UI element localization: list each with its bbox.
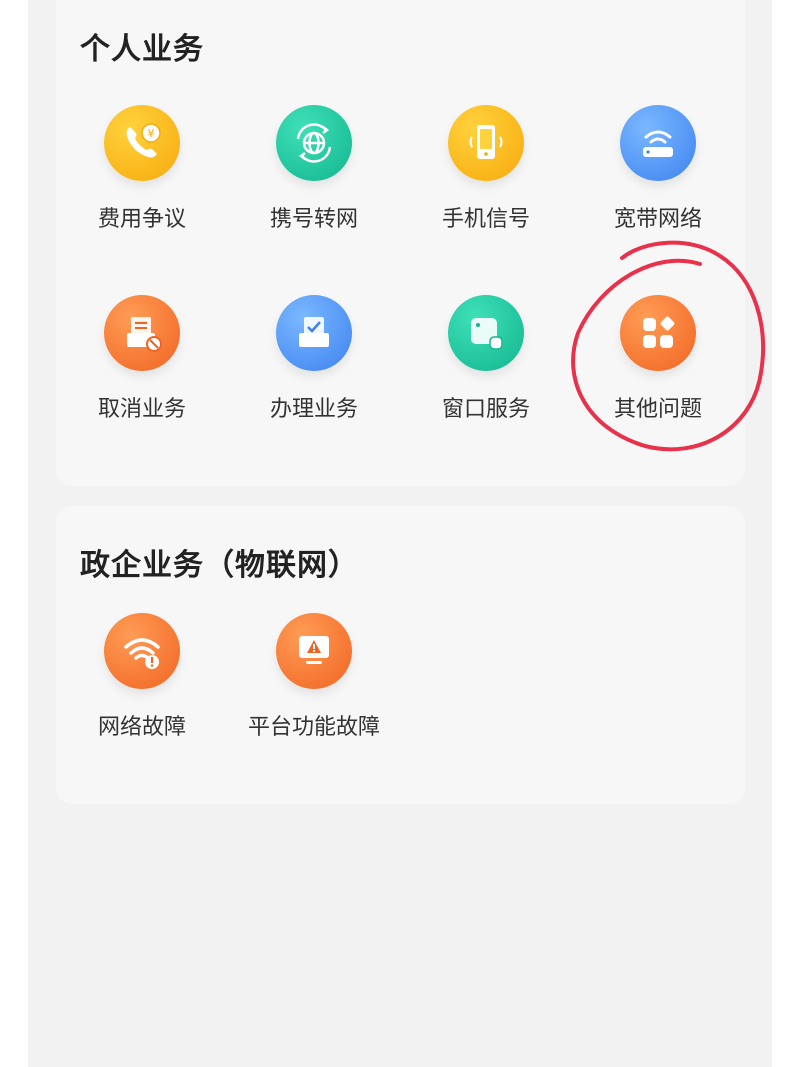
item-label: 平台功能故障 [247,715,380,740]
wifi-warning-icon [104,613,180,689]
item-number-porting[interactable]: 携号转网 [228,105,400,265]
other-apps-icon [620,295,696,371]
broadband-router-icon [620,105,696,181]
item-network-fault[interactable]: 网络故障 [56,613,228,773]
item-other-issues[interactable]: 其他问题 [572,295,744,455]
item-label: 网络故障 [97,715,186,740]
item-label: 宽带网络 [613,207,702,232]
item-label: 其他问题 [613,397,702,422]
personal-business-title: 个人业务 [80,32,204,67]
item-broadband[interactable]: 宽带网络 [572,105,744,265]
item-label: 费用争议 [97,207,186,232]
apply-document-icon [276,295,352,371]
item-cancel-business[interactable]: 取消业务 [56,295,228,455]
item-fee-dispute[interactable]: ¥ 费用争议 [56,105,228,265]
personal-business-card: 个人业务 ¥ 费用争议 携号转网 手机信号 宽带网络 取消业务 办理业务 窗口服… [56,0,745,486]
item-label: 办理业务 [269,397,358,422]
item-label: 手机信号 [441,207,530,232]
item-platform-fault[interactable]: 平台功能故障 [228,613,400,773]
globe-transfer-icon [276,105,352,181]
item-label: 取消业务 [97,397,186,422]
gov-enterprise-card: 政企业务（物联网） 网络故障 平台功能故障 [56,506,745,804]
cancel-document-icon [104,295,180,371]
item-apply-business[interactable]: 办理业务 [228,295,400,455]
item-window-service[interactable]: 窗口服务 [400,295,572,455]
item-label: 窗口服务 [441,397,530,422]
screen-background: 个人业务 ¥ 费用争议 携号转网 手机信号 宽带网络 取消业务 办理业务 窗口服… [28,0,772,1067]
window-service-icon [448,295,524,371]
gov-enterprise-title: 政企业务（物联网） [80,548,359,583]
item-mobile-signal[interactable]: 手机信号 [400,105,572,265]
mobile-signal-icon [448,105,524,181]
monitor-warning-icon [276,613,352,689]
item-label: 携号转网 [269,207,358,232]
svg-text:¥: ¥ [148,127,155,140]
phone-yuan-icon: ¥ [104,105,180,181]
